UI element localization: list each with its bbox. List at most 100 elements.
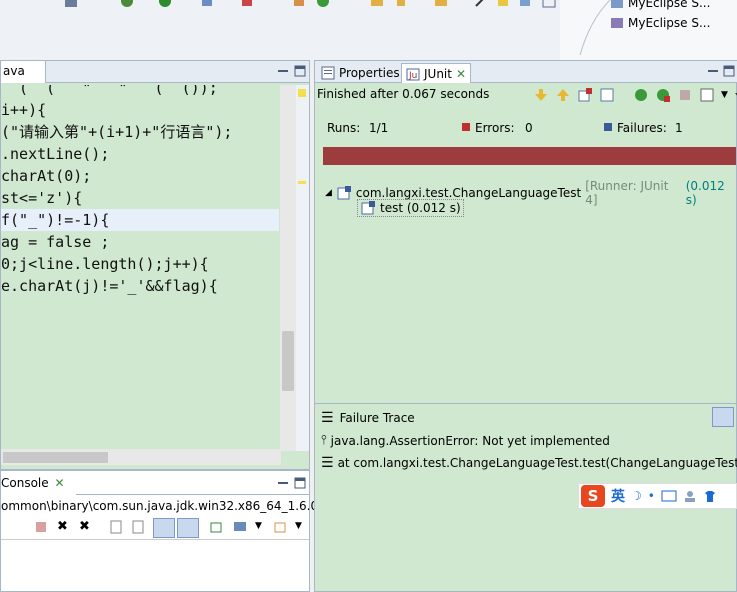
window-icon[interactable] — [542, 0, 556, 8]
scroll-lock-icon[interactable] — [131, 520, 145, 534]
tab-junit[interactable]: Ju JUnit ✕ — [401, 63, 472, 83]
errors-value: 0 — [525, 121, 533, 135]
trace-line-stack[interactable]: ☰ at com.langxi.test.ChangeLanguageTest.… — [321, 455, 737, 471]
scroll-lock-icon[interactable] — [599, 87, 615, 103]
failure-trace-header: ☰ Failure Trace — [315, 403, 737, 431]
console-tab[interactable]: Console ✕ — [1, 471, 76, 495]
minimize-icon[interactable] — [707, 65, 719, 77]
filter-stack-trace-toggle[interactable] — [712, 407, 734, 427]
user-icon[interactable] — [683, 489, 697, 503]
test-suite-fail-icon — [336, 185, 352, 201]
code-line: 0;j<line.length();j++){ — [1, 255, 209, 273]
collapse-arrow-icon[interactable]: ◢ — [325, 188, 332, 198]
perspective-icon — [610, 16, 624, 30]
console-output[interactable] — [1, 539, 309, 591]
ruler-marker[interactable] — [298, 181, 306, 184]
rerun-failures-icon[interactable] — [655, 87, 671, 103]
clear-console-icon[interactable] — [109, 520, 123, 534]
remove-launch-icon[interactable]: ✖ — [57, 519, 68, 534]
stop-icon[interactable] — [677, 87, 693, 103]
show-on-stdout-toggle[interactable] — [153, 518, 175, 538]
perspective-myeclipse-2[interactable]: MyEclipse S... — [610, 14, 710, 32]
maximize-icon[interactable] — [294, 65, 306, 77]
ime-mode[interactable]: 英 — [611, 486, 625, 506]
display-console-icon[interactable] — [233, 520, 247, 534]
server-icon[interactable] — [240, 0, 254, 8]
maximize-icon[interactable] — [723, 65, 735, 77]
svg-text:Ju: Ju — [408, 71, 417, 81]
package-icon[interactable] — [292, 0, 306, 8]
new-class-icon[interactable] — [316, 0, 330, 8]
open-folder-icon[interactable] — [370, 0, 384, 8]
ruler-marker[interactable] — [298, 89, 306, 97]
code-line-current: f("_")!=-1){ — [1, 209, 279, 231]
maximize-icon[interactable] — [294, 477, 306, 489]
test-tree[interactable]: ◢ com.langxi.test.ChangeLanguageTest [Ru… — [315, 173, 737, 403]
perspective-label: MyEclipse S... — [628, 16, 711, 30]
code-line: ("请输入第"+(i+1)+"行语言"); — [1, 123, 233, 141]
next-failure-icon[interactable] — [533, 87, 549, 103]
run-config-icon[interactable] — [200, 0, 214, 8]
chevron-down-icon[interactable]: ▼ — [255, 521, 262, 531]
ime-logo[interactable]: S — [581, 485, 605, 507]
code-editor[interactable]: ava ( ( " " ( ()); i++){ ("请输入第"+(i+1)+"… — [0, 60, 310, 470]
errors-label: Errors: — [475, 121, 515, 135]
pin-icon[interactable] — [474, 0, 488, 8]
code-line: st<='z'){ — [1, 189, 83, 207]
search-folder-icon[interactable] — [434, 0, 448, 8]
code-line: ( ( " " ( ()); — [1, 85, 218, 97]
remove-all-icon[interactable]: ✖ — [79, 519, 90, 534]
moon-icon[interactable]: ☽ — [631, 489, 642, 503]
code-area[interactable]: ( ( " " ( ()); i++){ ("请输入第"+(i+1)+"行语言"… — [1, 85, 279, 445]
editor-tab[interactable]: ava — [1, 61, 46, 83]
new-console-icon[interactable] — [273, 520, 287, 534]
chevron-down-icon[interactable]: ▼ — [295, 521, 302, 531]
test-fail-icon — [360, 200, 376, 216]
punctuation-icon[interactable]: • — [648, 489, 655, 503]
highlight-icon[interactable] — [496, 0, 510, 8]
show-failures-only-icon[interactable] — [577, 87, 593, 103]
suite-runner: [Runner: JUnit 4] — [585, 179, 669, 207]
test-label: test (0.012 s) — [380, 201, 461, 215]
list-icon: ☰ — [321, 409, 334, 426]
minimize-icon[interactable] — [277, 477, 289, 489]
previous-failure-icon[interactable] — [555, 87, 571, 103]
tab-properties[interactable]: Properties — [317, 63, 404, 83]
test-history-icon[interactable] — [699, 87, 715, 103]
tab-label: JUnit — [424, 66, 452, 81]
trace-text: java.lang.AssertionError: Not yet implem… — [330, 433, 610, 448]
console-process-path: ommon\binary\com.sun.java.jdk.win32.x86_… — [1, 499, 330, 513]
console-toolbar: ✖ ✖ ▼ ▼ — [1, 517, 309, 539]
code-line: e.charAt(j)!='_'&&flag){ — [1, 277, 218, 295]
code-line: charAt(0); — [1, 167, 92, 185]
tree-row-test[interactable]: test (0.012 s) — [357, 199, 464, 217]
toolbar-icon[interactable] — [64, 0, 78, 8]
pencil-icon[interactable] — [394, 0, 408, 8]
failure-trace-title: Failure Trace — [339, 410, 415, 425]
run-status: Finished after 0.067 seconds — [317, 87, 490, 101]
show-on-stderr-toggle[interactable] — [177, 518, 199, 538]
pin-console-icon[interactable] — [209, 520, 223, 534]
vertical-scrollbar[interactable] — [280, 85, 296, 451]
run-icon[interactable] — [158, 0, 172, 8]
skin-icon[interactable] — [703, 489, 717, 503]
rerun-test-icon[interactable] — [633, 87, 649, 103]
back-icon[interactable] — [518, 0, 532, 8]
vertical-scroll-thumb[interactable] — [282, 331, 294, 391]
keyboard-icon[interactable] — [661, 490, 677, 502]
terminate-icon[interactable] — [35, 521, 47, 533]
close-icon[interactable]: ✕ — [54, 476, 64, 490]
trace-text: at com.langxi.test.ChangeLanguageTest.te… — [337, 456, 737, 470]
chevron-down-icon[interactable]: ▼ — [721, 90, 728, 100]
debug-icon[interactable] — [120, 0, 134, 8]
trace-line-error[interactable]: ⫯ java.lang.AssertionError: Not yet impl… — [321, 433, 610, 448]
minimize-icon[interactable] — [277, 65, 289, 77]
failures-value: 1 — [675, 121, 683, 135]
overview-ruler[interactable] — [296, 85, 309, 451]
horizontal-scroll-thumb[interactable] — [3, 452, 108, 463]
failure-icon — [603, 121, 613, 133]
close-icon[interactable]: ✕ — [456, 67, 466, 81]
suite-name: com.langxi.test.ChangeLanguageTest — [355, 186, 582, 200]
ime-toolbar[interactable]: S 英 ☽ • — [578, 483, 737, 509]
perspective-myeclipse-1[interactable]: MyEclipse S... — [610, 0, 710, 12]
